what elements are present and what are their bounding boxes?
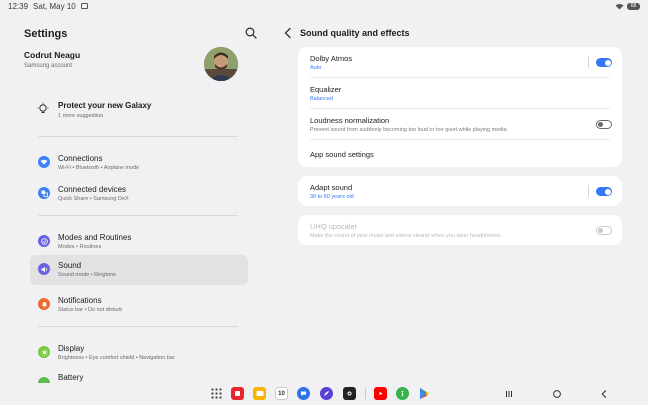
loudness-label: Loudness normalization: [310, 116, 390, 125]
loudness-normalization-row[interactable]: Loudness normalization Prevent sound fro…: [298, 109, 622, 139]
connected-devices-icon: [38, 187, 50, 199]
uhq-upscaler-row: UHQ upscaler Make the sound of your musi…: [298, 215, 622, 245]
check-circle-icon: [38, 235, 50, 247]
divider: [38, 326, 238, 327]
detail-title: Sound quality and effects: [300, 28, 410, 38]
profile-subtitle: Samsung account: [24, 63, 73, 69]
info-app-icon[interactable]: [396, 387, 409, 400]
sidebar-item-subtitle: Quick Share • Samsung DeX: [58, 196, 129, 202]
sidebar-item-subtitle: Wi-Fi • Bluetooth • Airplane mode: [58, 165, 140, 171]
sun-icon: [38, 346, 50, 358]
taskbar-separator: [365, 388, 366, 399]
taskbar: 10: [0, 382, 648, 405]
app-sound-settings-label: App sound settings: [310, 150, 374, 159]
sidebar-item-display[interactable]: Display Brightness • Eye comfort shield …: [30, 338, 248, 368]
calendar-day: 10: [278, 390, 285, 397]
uhq-upscaler-card: UHQ upscaler Make the sound of your musi…: [298, 215, 622, 245]
search-icon[interactable]: [244, 26, 258, 40]
divider: [38, 215, 238, 216]
page-title: Settings: [24, 28, 68, 40]
adapt-sound-card: Adapt sound 30 to 60 years old: [298, 176, 622, 206]
notes-icon[interactable]: [253, 387, 266, 400]
status-time: 12:39: [8, 1, 29, 11]
lightbulb-icon: [37, 102, 49, 113]
equalizer-label: Equalizer: [310, 85, 342, 94]
sidebar-item-connected-devices[interactable]: Connected devices Quick Share • Samsung …: [30, 179, 248, 209]
sidebar-item-subtitle: Status bar • Do not disturb: [58, 307, 123, 313]
sidebar-item-connections[interactable]: Connections Wi-Fi • Bluetooth • Airplane…: [30, 148, 248, 178]
sidebar-item-label: Connections: [58, 154, 103, 163]
vertical-separator: [588, 185, 589, 197]
status-date: Sat, May 10: [33, 1, 76, 11]
bell-icon: [38, 298, 50, 310]
loudness-toggle[interactable]: [596, 120, 612, 129]
sidebar-item-label: Modes and Routines: [58, 233, 132, 242]
youtube-icon[interactable]: [374, 387, 387, 400]
wifi-icon: [38, 156, 50, 168]
sidebar-item-notifications[interactable]: Notifications Status bar • Do not distur…: [30, 290, 248, 320]
equalizer-value: Balanced: [310, 96, 333, 102]
play-store-icon[interactable]: [418, 387, 431, 400]
vertical-separator: [588, 56, 589, 68]
promo-title: Protect your new Galaxy: [58, 101, 152, 110]
home-icon[interactable]: [552, 389, 562, 399]
camera-icon[interactable]: [343, 387, 356, 400]
sidebar-item-label: Connected devices: [58, 185, 127, 194]
feather-app-icon[interactable]: [320, 387, 333, 400]
avatar[interactable]: [204, 47, 238, 81]
uhq-upscaler-description: Make the sound of your music and videos …: [310, 233, 502, 239]
loudness-description: Prevent sound from suddenly becoming too…: [310, 127, 509, 133]
sidebar-item-subtitle: Sound mode • Ringtone: [58, 272, 117, 278]
sidebar-item-subtitle: Brightness • Eye comfort shield • Naviga…: [58, 355, 175, 361]
dolby-atmos-row[interactable]: Dolby Atmos Auto: [298, 47, 622, 77]
promo-subtitle: 1 more suggestion: [58, 113, 104, 119]
wifi-status-icon: [615, 3, 624, 9]
equalizer-row[interactable]: Equalizer Balanced: [298, 78, 622, 108]
status-bar: 12:39 Sat, May 10 68: [0, 0, 648, 12]
volume-icon: [38, 263, 50, 275]
sound-settings-card: Dolby Atmos Auto Equalizer Balanced Loud…: [298, 47, 622, 167]
sidebar-item-label: Battery: [58, 373, 84, 382]
calendar-icon[interactable]: 10: [275, 387, 288, 400]
dolby-atmos-label: Dolby Atmos: [310, 54, 353, 63]
sidebar-item-subtitle: Modes • Routines: [58, 244, 102, 250]
divider: [38, 136, 238, 137]
battery-icon: 68: [627, 2, 640, 10]
protect-galaxy-suggestion[interactable]: Protect your new Galaxy 1 more suggestio…: [30, 96, 248, 126]
back-arrow-icon[interactable]: [283, 27, 293, 39]
recents-icon[interactable]: [504, 389, 514, 399]
sidebar-item-label: Notifications: [58, 296, 102, 305]
battery-level: 68: [630, 3, 637, 9]
uhq-upscaler-toggle: [596, 226, 612, 235]
profile-card[interactable]: Codrut Neagu Samsung account: [24, 47, 244, 87]
sidebar-item-label: Display: [58, 344, 85, 353]
sidebar-item-sound[interactable]: Sound Sound mode • Ringtone: [30, 255, 248, 285]
app-sound-settings-row[interactable]: App sound settings: [298, 140, 622, 167]
sidebar-item-label: Sound: [58, 261, 82, 270]
adapt-sound-toggle[interactable]: [596, 187, 612, 196]
sidebar-item-battery[interactable]: Battery: [30, 369, 248, 383]
app-red-icon[interactable]: [231, 387, 244, 400]
dolby-atmos-value: Auto: [310, 65, 322, 71]
back-icon[interactable]: [599, 389, 609, 399]
adapt-sound-label: Adapt sound: [310, 183, 353, 192]
sidebar-item-modes-and-routines[interactable]: Modes and Routines Modes • Routines: [30, 227, 248, 257]
profile-name: Codrut Neagu: [24, 50, 81, 60]
messages-icon[interactable]: [297, 387, 310, 400]
screenshot-icon: [80, 3, 88, 9]
uhq-upscaler-label: UHQ upscaler: [310, 222, 358, 231]
apps-grid-icon[interactable]: [210, 387, 223, 400]
dolby-atmos-toggle[interactable]: [596, 58, 612, 67]
adapt-sound-value: 30 to 60 years old: [310, 194, 354, 200]
adapt-sound-row[interactable]: Adapt sound 30 to 60 years old: [298, 176, 622, 206]
